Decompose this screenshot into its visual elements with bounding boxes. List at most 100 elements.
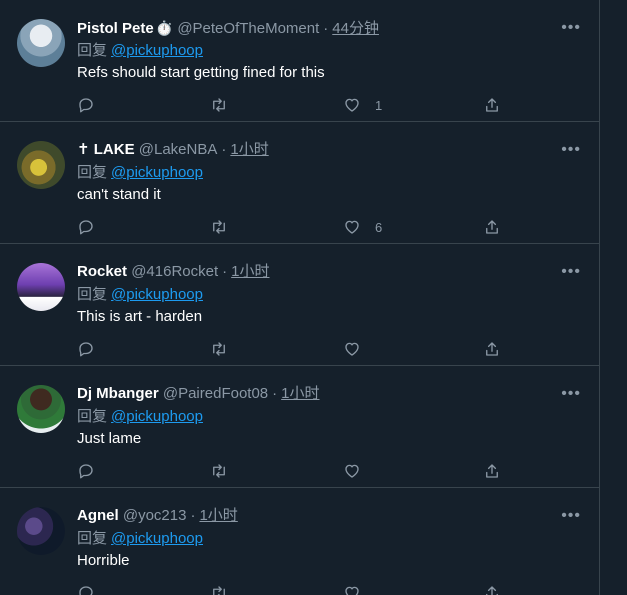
heart-icon: [345, 586, 359, 595]
timestamp[interactable]: 1小时: [199, 507, 237, 524]
replying-to: 回复 @pickuphoop: [77, 529, 203, 549]
reply-button[interactable]: [77, 94, 95, 116]
heart-icon: [345, 464, 359, 478]
share-button[interactable]: [483, 460, 501, 482]
display-name[interactable]: Dj Mbanger: [77, 385, 159, 402]
retweet-button[interactable]: [210, 582, 228, 595]
tweet-actions: [77, 582, 577, 595]
share-icon: [486, 342, 498, 356]
reply-icon: [79, 220, 93, 235]
reply-to-link[interactable]: @pickuphoop: [111, 286, 203, 303]
like-count: 6: [375, 219, 383, 235]
display-name[interactable]: ✝ LAKE: [77, 141, 135, 158]
replying-to: 回复 @pickuphoop: [77, 163, 203, 183]
tweet-text: This is art - harden: [77, 308, 203, 325]
tweet[interactable]: Rocket @416Rocket · 1小时 ••• 回复 @pickuphoop …: [0, 244, 599, 366]
reply-prefix: 回复: [77, 286, 108, 303]
reply-button[interactable]: [77, 460, 95, 482]
retweet-button[interactable]: [210, 94, 228, 116]
tweet[interactable]: Agnel @yoc213 · 1小时 ••• 回复 @pickuphoop Horr…: [0, 488, 599, 595]
tweet-text: can't stand it: [77, 186, 161, 203]
like-count: 1: [375, 97, 383, 113]
heart-icon: [345, 342, 359, 356]
tweet-actions: [77, 460, 577, 482]
share-button[interactable]: [483, 94, 501, 116]
retweet-icon: [213, 586, 225, 595]
reply-button[interactable]: [77, 216, 95, 238]
share-icon: [486, 220, 498, 234]
reply-prefix: 回复: [77, 408, 108, 425]
tweet-actions: [77, 338, 577, 360]
timestamp[interactable]: 1小时: [231, 263, 269, 280]
replying-to: 回复 @pickuphoop: [77, 407, 203, 427]
tweet-text: Just lame: [77, 430, 142, 447]
share-icon: [486, 98, 498, 112]
share-button[interactable]: [483, 216, 501, 238]
share-button[interactable]: [483, 582, 501, 595]
tweet-text: Horrible: [77, 552, 130, 569]
tweet-header: Dj Mbanger @PairedFoot08 · 1小时: [77, 384, 320, 404]
reply-button[interactable]: [77, 582, 95, 595]
like-button[interactable]: 1: [343, 94, 382, 116]
heart-icon: [345, 220, 359, 234]
replying-to: 回复 @pickuphoop: [77, 285, 203, 305]
retweet-button[interactable]: [210, 460, 228, 482]
avatar[interactable]: [17, 19, 65, 67]
more-icon[interactable]: •••: [561, 506, 581, 526]
tweet-header: Agnel @yoc213 · 1小时: [77, 506, 238, 526]
retweet-button[interactable]: [210, 216, 228, 238]
retweet-icon: [213, 464, 225, 478]
share-icon: [486, 464, 498, 478]
timestamp[interactable]: 1小时: [281, 385, 319, 402]
avatar[interactable]: [17, 385, 65, 433]
user-handle[interactable]: @LakeNBA: [139, 141, 218, 158]
tweet-text: Refs should start getting fined for this: [77, 64, 325, 81]
more-icon[interactable]: •••: [561, 18, 581, 38]
user-handle[interactable]: @PairedFoot08: [163, 385, 268, 402]
reply-to-link[interactable]: @pickuphoop: [111, 408, 203, 425]
timestamp[interactable]: 44分钟: [332, 20, 379, 37]
display-name[interactable]: Pistol Pete: [77, 20, 154, 37]
reply-to-link[interactable]: @pickuphoop: [111, 42, 203, 59]
like-button[interactable]: [343, 338, 375, 360]
tweet-header: ✝ LAKE @LakeNBA · 1小时: [77, 140, 269, 160]
tweet-actions: 6: [77, 216, 577, 238]
display-name[interactable]: Rocket: [77, 263, 127, 280]
reply-to-link[interactable]: @pickuphoop: [111, 530, 203, 547]
reply-thread: Pistol Pete ⏱️ @PeteOfTheMoment · 44分钟 ••• …: [0, 0, 600, 595]
separator: ·: [221, 141, 227, 158]
reply-prefix: 回复: [77, 530, 108, 547]
reply-icon: [79, 98, 93, 113]
user-handle[interactable]: @PeteOfTheMoment: [177, 20, 319, 37]
retweet-button[interactable]: [210, 338, 228, 360]
separator: ·: [272, 385, 278, 402]
avatar[interactable]: [17, 507, 65, 555]
retweet-icon: [213, 342, 225, 356]
display-name[interactable]: Agnel: [77, 507, 119, 524]
separator: ·: [323, 20, 329, 37]
more-icon[interactable]: •••: [561, 262, 581, 282]
tweet-header: Rocket @416Rocket · 1小时: [77, 262, 270, 282]
share-button[interactable]: [483, 338, 501, 360]
tweet[interactable]: Pistol Pete ⏱️ @PeteOfTheMoment · 44分钟 ••• …: [0, 0, 599, 122]
user-handle[interactable]: @416Rocket: [131, 263, 218, 280]
like-button[interactable]: [343, 460, 375, 482]
like-button[interactable]: [343, 582, 375, 595]
separator: ·: [190, 507, 196, 524]
reply-prefix: 回复: [77, 164, 108, 181]
avatar[interactable]: [17, 263, 65, 311]
more-icon[interactable]: •••: [561, 384, 581, 404]
heart-icon: [345, 98, 359, 112]
tweet[interactable]: Dj Mbanger @PairedFoot08 · 1小时 ••• 回复 @pick…: [0, 366, 599, 488]
avatar[interactable]: [17, 141, 65, 189]
reply-to-link[interactable]: @pickuphoop: [111, 164, 203, 181]
like-button[interactable]: 6: [343, 216, 382, 238]
reply-button[interactable]: [77, 338, 95, 360]
timestamp[interactable]: 1小时: [230, 141, 268, 158]
user-handle[interactable]: @yoc213: [123, 507, 187, 524]
retweet-icon: [213, 98, 225, 112]
name-badge-icon: ⏱️: [155, 20, 174, 36]
more-icon[interactable]: •••: [561, 140, 581, 160]
tweet[interactable]: ✝ LAKE @LakeNBA · 1小时 ••• 回复 @pickuphoop ca…: [0, 122, 599, 244]
reply-icon: [79, 586, 93, 595]
